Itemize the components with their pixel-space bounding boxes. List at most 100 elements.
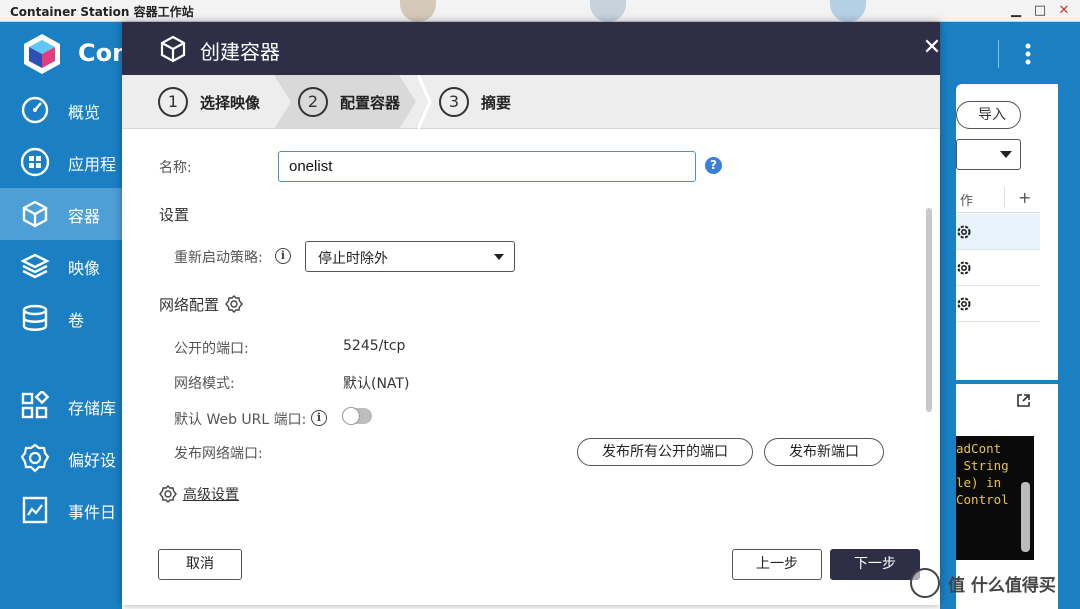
preferences-gear-icon: [20, 443, 50, 473]
event-log-icon: [22, 496, 48, 524]
step-label: 摘要: [481, 94, 512, 112]
minimize-button[interactable]: ▁: [1006, 2, 1026, 20]
gear-icon[interactable]: [956, 224, 972, 240]
step-label: 选择映像: [200, 94, 261, 112]
sidebar-item-overview[interactable]: 概览: [0, 84, 122, 136]
network-mode-label: 网络模式:: [174, 376, 235, 392]
sidebar-item-label: 偏好设: [68, 451, 117, 470]
container-name-input[interactable]: [278, 151, 696, 182]
more-vertical-icon[interactable]: [1024, 42, 1032, 66]
table-row[interactable]: [956, 214, 1040, 250]
sidebar-item-apps[interactable]: 应用程: [0, 136, 122, 188]
terminal-scrollbar[interactable]: [1021, 482, 1030, 552]
import-button[interactable]: 导入: [956, 101, 1021, 129]
terminal-line: String: [956, 458, 1009, 473]
create-container-dialog: 创建容器 ✕ 1 选择映像 2 配置容器 3 摘要 名称: ? 设置 重新启动策…: [122, 22, 941, 605]
watermark-text: 值 什么值得买: [948, 576, 1056, 596]
titlebar-decoration: [400, 0, 436, 22]
background-table-header: 作 +: [956, 185, 1040, 213]
sidebar-item-label: 概览: [68, 103, 101, 122]
chevron-down-icon: [1000, 151, 1012, 158]
step-number: 2: [298, 87, 328, 117]
image-layers-icon: [20, 253, 50, 279]
dashboard-gauge-icon: [21, 96, 49, 124]
step-label: 配置容器: [340, 94, 401, 112]
column-header: 作: [960, 194, 974, 209]
wizard-steps: 1 选择映像 2 配置容器 3 摘要: [122, 75, 940, 129]
window-title: Container Station 容器工作站: [10, 5, 194, 19]
web-url-port-toggle[interactable]: [342, 407, 372, 425]
brand: Con: [20, 32, 129, 76]
step-separator: [418, 75, 432, 129]
network-settings-gear-icon[interactable]: [225, 295, 243, 313]
window-close-button[interactable]: ✕: [1054, 2, 1074, 20]
table-row[interactable]: [956, 286, 1040, 322]
close-icon[interactable]: ✕: [920, 36, 944, 60]
step-summary[interactable]: 3 摘要: [439, 75, 549, 129]
sidebar-item-volumes[interactable]: 卷: [0, 292, 122, 344]
add-column-button[interactable]: +: [1018, 188, 1031, 207]
sidebar-item-repository[interactable]: 存储库: [0, 380, 122, 432]
toggle-knob: [342, 407, 360, 425]
settings-section-title: 设置: [159, 206, 190, 224]
sidebar-item-preferences[interactable]: 偏好设: [0, 432, 122, 484]
sidebar-item-images[interactable]: 映像: [0, 240, 122, 292]
dialog-header: 创建容器 ✕: [122, 22, 941, 75]
step-configure-container[interactable]: 2 配置容器: [298, 75, 428, 129]
exposed-ports-value: 5245/tcp: [343, 338, 406, 354]
step-select-image[interactable]: 1 选择映像: [158, 75, 288, 129]
sidebar-item-label: 卷: [68, 311, 85, 330]
network-mode-value: 默认(NAT): [343, 376, 410, 392]
apps-grid-icon: [20, 147, 50, 177]
restart-policy-select[interactable]: 停止时除外: [305, 241, 515, 272]
step-number: 1: [158, 87, 188, 117]
network-section-title: 网络配置: [159, 296, 220, 314]
container-cube-icon: [160, 35, 186, 63]
restart-policy-label: 重新启动策略:: [174, 250, 263, 266]
external-link-icon[interactable]: [1016, 393, 1031, 408]
maximize-button[interactable]: □: [1030, 2, 1050, 20]
dialog-scrollbar[interactable]: [926, 208, 932, 412]
help-icon[interactable]: ?: [705, 157, 722, 174]
gear-icon[interactable]: [956, 260, 972, 276]
step-number: 3: [439, 87, 469, 117]
sidebar-item-event-log[interactable]: 事件日: [0, 484, 122, 536]
sidebar-item-containers[interactable]: 容器: [0, 188, 122, 240]
exposed-ports-label: 公开的端口:: [174, 341, 249, 357]
info-icon[interactable]: i: [275, 248, 291, 264]
sidebar-item-label: 映像: [68, 259, 101, 278]
background-filter-select[interactable]: [956, 139, 1021, 170]
previous-step-button[interactable]: 上一步: [732, 549, 822, 580]
chevron-down-icon: [494, 254, 504, 260]
titlebar-decoration: [830, 0, 866, 22]
publish-new-port-button[interactable]: 发布新端口: [764, 438, 884, 466]
watermark: 值 什么值得买: [910, 566, 1080, 600]
next-step-button[interactable]: 下一步: [830, 549, 920, 580]
terminal-output: adCont String le) in Control: [956, 436, 1034, 560]
publish-ports-label: 发布网络端口:: [174, 446, 263, 462]
table-row[interactable]: [956, 250, 1040, 286]
sidebar-item-label: 应用程: [68, 155, 117, 174]
sidebar-item-label: 事件日: [68, 503, 117, 522]
window-titlebar: Container Station 容器工作站 ▁ □ ✕: [0, 0, 1080, 22]
info-icon[interactable]: i: [311, 410, 327, 426]
repository-icon: [21, 391, 50, 419]
cancel-button[interactable]: 取消: [158, 549, 242, 580]
column-divider: [1004, 187, 1005, 207]
header-divider: [998, 40, 999, 68]
container-station-logo-icon: [24, 34, 60, 74]
terminal-line: adCont: [956, 441, 1002, 456]
advanced-settings-gear-icon[interactable]: [159, 485, 177, 503]
gear-icon[interactable]: [956, 296, 972, 312]
sidebar: Con 概览 应用程 容器 映像 卷 存储库 偏好设 事件日: [0, 22, 129, 609]
sidebar-item-label: 容器: [68, 207, 101, 226]
advanced-settings-link[interactable]: 高级设置: [183, 484, 239, 504]
volume-database-icon: [22, 304, 48, 331]
titlebar-decoration: [590, 0, 626, 22]
watermark-logo: [910, 568, 940, 598]
restart-policy-value: 停止时除外: [318, 251, 388, 267]
container-cube-icon: [22, 200, 48, 228]
name-label: 名称:: [159, 160, 192, 176]
dialog-title: 创建容器: [200, 40, 280, 64]
publish-all-ports-button[interactable]: 发布所有公开的端口: [577, 438, 753, 466]
